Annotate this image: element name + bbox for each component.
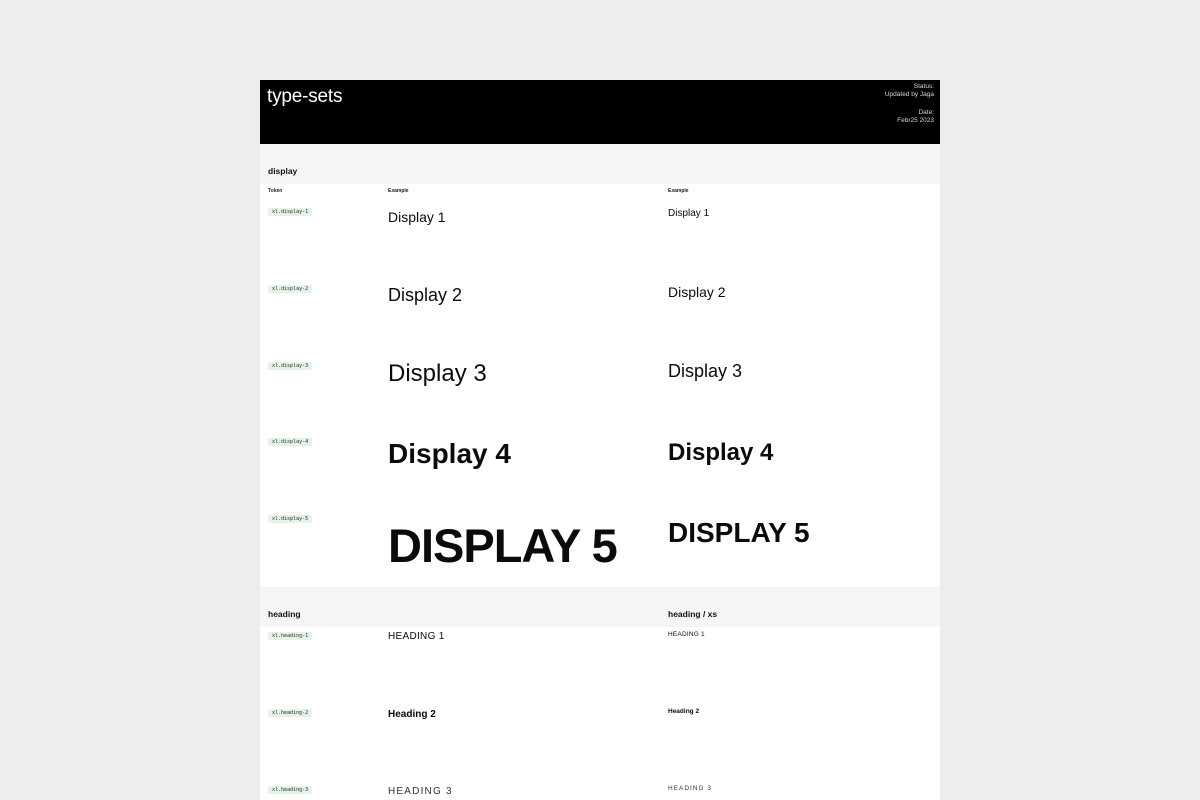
type-example: Display 3 [388, 360, 487, 387]
header-meta: Status: Updated by Jaga Date: Febr25 202… [885, 83, 934, 126]
column-header-example-small: Example [668, 188, 689, 194]
type-example: Heading 2 [388, 709, 436, 720]
type-example: Display 2 [388, 285, 463, 305]
type-example-small: Display 1 [668, 208, 710, 219]
page-title: type-sets [267, 86, 343, 107]
status-label: Status: [913, 83, 934, 90]
token-chip: xl.heading-3 [268, 786, 313, 794]
type-example: Display 1 [388, 209, 446, 225]
type-example-small: HEADING 3 [668, 785, 713, 792]
token-chip: xl.display-2 [268, 285, 313, 293]
type-sets-document: type-sets Status: Updated by Jaga Date: … [260, 80, 940, 800]
token-chip: xl.display-1 [268, 208, 313, 216]
type-example-small: Display 4 [668, 439, 774, 466]
type-example: HEADING 3 [388, 786, 453, 797]
token-chip: xl.display-3 [268, 362, 313, 370]
section-display: display [260, 144, 940, 184]
type-example: Display 4 [388, 438, 511, 469]
column-header-token: Token [268, 188, 283, 194]
type-example: HEADING 1 [388, 631, 445, 642]
token-chip: xl.heading-1 [268, 632, 313, 640]
type-example-small: Display 3 [668, 361, 743, 381]
section-label-heading-xs: heading / xs [668, 609, 718, 619]
date-label: Date: [918, 108, 934, 116]
token-chip: xl.display-5 [268, 515, 313, 523]
section-label-display: display [268, 166, 298, 176]
section-heading: heading heading / xs [260, 587, 940, 627]
date-value: Febr25 2023 [897, 117, 934, 125]
type-example: DISPLAY 5 [388, 519, 618, 572]
type-example-small: HEADING 1 [668, 631, 705, 638]
token-chip: xl.display-4 [268, 438, 313, 446]
type-example-small: Heading 2 [668, 708, 700, 715]
type-example-small: Display 2 [668, 284, 726, 300]
page-header: type-sets Status: Updated by Jaga Date: … [260, 80, 940, 144]
status-value: Updated by Jaga [884, 91, 934, 99]
type-example-small: DISPLAY 5 [668, 517, 810, 548]
token-chip: xl.heading-2 [268, 709, 313, 717]
column-header-example: Example [388, 188, 409, 194]
section-label-heading: heading [268, 609, 301, 619]
